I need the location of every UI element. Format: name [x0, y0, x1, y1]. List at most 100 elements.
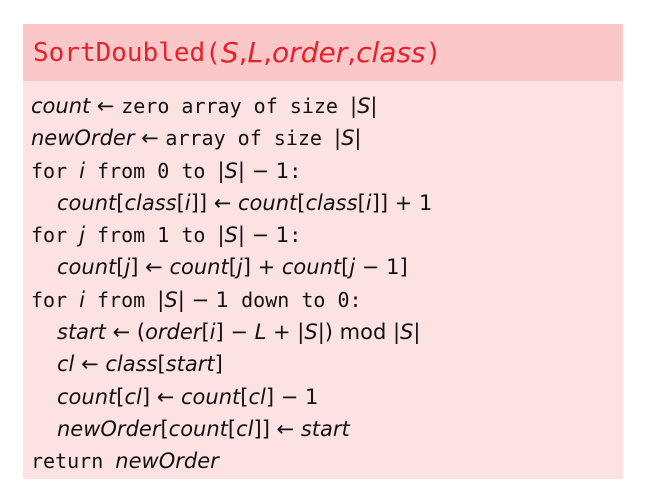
code-line: for i from |S| − 1 down to 0:	[31, 284, 623, 316]
code-token: ] +	[242, 255, 282, 280]
code-token: :	[289, 158, 302, 183]
code-line: count[class[i]] ← count[class[i]] + 1	[31, 187, 623, 219]
code-token: S	[357, 94, 371, 118]
code-token: for	[31, 223, 80, 248]
code-token: |	[354, 126, 362, 151]
code-line: count[j] ← count[j] + count[j − 1]	[31, 251, 623, 283]
code-token: cl	[248, 384, 266, 409]
code-token: S	[341, 126, 355, 151]
code-token: |) mod |	[317, 320, 401, 345]
code-token: cl	[57, 352, 75, 377]
code-token: [	[357, 190, 366, 215]
code-line: for j from 1 to |S| − 1:	[31, 219, 623, 251]
code-token: newOrder	[31, 126, 135, 151]
code-line: return newOrder	[31, 445, 623, 477]
code-token: count	[168, 416, 228, 441]
code-token: return	[31, 449, 116, 474]
code-token: ←	[90, 94, 122, 118]
param-s: S	[220, 36, 239, 69]
code-token: down to 0:	[229, 287, 362, 312]
code-token: ]] + 1	[371, 190, 433, 215]
code-token: ] −	[215, 320, 255, 345]
code-token: ]] ←	[190, 190, 238, 215]
code-token: class	[305, 190, 358, 215]
code-token: [	[201, 320, 210, 345]
code-token: [	[228, 255, 237, 280]
comma-2: ,	[263, 36, 273, 69]
code-token: S	[164, 287, 178, 312]
code-token: |	[370, 94, 378, 118]
code-token: ] ←	[130, 255, 170, 280]
code-token: from 1 to	[85, 223, 218, 248]
code-token: count	[281, 255, 342, 280]
code-token: S	[400, 320, 414, 345]
comma-1: ,	[238, 36, 248, 69]
param-order: order	[272, 36, 348, 69]
code-line: for i from 0 to |S| − 1:	[31, 155, 623, 187]
code-token: [	[176, 190, 185, 215]
code-token: ]	[214, 352, 223, 377]
function-name: SortDoubled	[33, 37, 206, 68]
code-token: count	[57, 255, 117, 280]
code-token: :	[289, 223, 302, 248]
algorithm-body: count ← zero array of size |S| newOrder ←…	[23, 81, 623, 478]
code-token: cl	[236, 416, 254, 441]
code-token: |	[333, 126, 342, 151]
code-token: class	[105, 352, 158, 377]
code-token: L	[254, 320, 267, 345]
code-token: |	[413, 320, 421, 345]
code-token: |	[349, 94, 358, 118]
code-token: for	[31, 287, 80, 312]
code-token: | − 1	[237, 158, 290, 183]
code-token: [	[227, 416, 237, 441]
code-line: newOrder[count[cl]] ← start	[31, 413, 623, 445]
code-token: for	[31, 158, 80, 183]
code-token: [	[160, 416, 169, 441]
code-token: ]] ←	[253, 416, 301, 441]
code-token: |	[217, 223, 225, 248]
code-token: from	[85, 287, 158, 312]
code-token: count	[180, 384, 241, 409]
code-token: ] − 1	[265, 384, 319, 409]
code-token: array of size	[165, 126, 334, 151]
code-token: + |	[266, 320, 305, 345]
code-token: | − 1	[177, 287, 230, 312]
code-token: |	[217, 158, 225, 183]
open-paren: (	[205, 37, 221, 68]
code-line: newOrder ← array of size |S|	[31, 122, 623, 154]
code-token: zero array of size	[121, 94, 350, 118]
code-token: from 0 to	[85, 158, 218, 183]
code-token: S	[224, 158, 238, 183]
code-line: count ← zero array of size |S|	[31, 90, 623, 122]
code-token: S	[224, 223, 238, 248]
code-line: start ← (order[i] − L + |S|) mod |S|	[31, 316, 623, 348]
code-token: start	[165, 352, 215, 377]
param-l: L	[247, 36, 264, 69]
code-token: count	[169, 255, 229, 280]
code-token: order	[145, 320, 202, 345]
code-token: [	[157, 352, 166, 377]
code-token: start	[300, 416, 350, 441]
code-token: ] ←	[141, 384, 181, 409]
algorithm-block: SortDoubled(S, L, order, class) count ← …	[23, 24, 623, 479]
code-line: count[cl] ← count[cl] − 1	[31, 381, 623, 413]
code-token: count	[57, 190, 117, 215]
code-token: cl	[124, 384, 142, 409]
code-token: ←	[134, 126, 166, 151]
code-token: newOrder	[57, 416, 161, 441]
code-token: class	[124, 190, 177, 215]
code-token: newOrder	[115, 449, 219, 474]
code-line: cl ← class[start]	[31, 348, 623, 380]
close-paren: )	[425, 37, 442, 68]
code-token: | − 1	[237, 223, 290, 248]
code-token: ←	[74, 352, 106, 377]
comma-3: ,	[347, 36, 357, 69]
algorithm-title: SortDoubled(S, L, order, class)	[23, 24, 623, 81]
param-class: class	[356, 36, 426, 69]
code-token: start	[57, 320, 106, 345]
code-token: count	[31, 94, 91, 118]
code-token: count	[237, 190, 298, 215]
code-token: S	[304, 320, 318, 345]
code-token: count	[57, 384, 117, 409]
code-token: ← (	[105, 320, 146, 345]
